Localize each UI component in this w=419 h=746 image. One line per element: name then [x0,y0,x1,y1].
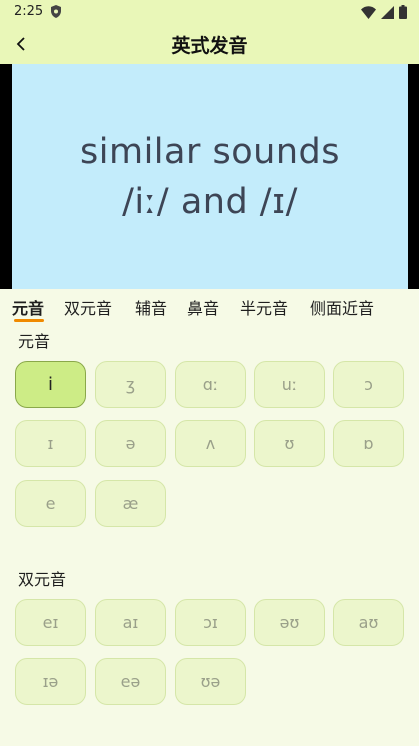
phoneme-key[interactable]: i [15,361,86,408]
tab-nasals[interactable]: 鼻音 [187,295,219,319]
status-bar: 2:25 [0,0,419,24]
phoneme-key[interactable]: ʒ [95,361,166,408]
phoneme-key[interactable]: ʊ [254,420,325,467]
phoneme-key[interactable]: ʌ [175,420,246,467]
phoneme-key[interactable]: ə [95,420,166,467]
shield-icon [51,5,61,18]
tab-consonants[interactable]: 辅音 [135,295,167,319]
phoneme-key[interactable]: ʊə [175,658,246,705]
battery-icon [399,5,407,19]
video-player[interactable]: similar sounds /iː/ and /ɪ/ [0,64,419,289]
video-caption-line2: /iː/ and /ɪ/ [122,181,298,222]
phoneme-key[interactable]: uː [254,361,325,408]
section-title-vowels: 元音 [18,332,51,351]
video-frame: similar sounds /iː/ and /ɪ/ [12,64,408,289]
phoneme-key[interactable]: æ [95,480,166,527]
phoneme-key[interactable]: ɪə [15,658,86,705]
phoneme-key[interactable]: aɪ [95,599,166,646]
tab-lateral-approximants[interactable]: 侧面近音 [310,295,374,319]
category-tabs: 元音 双元音 辅音 鼻音 半元音 侧面近音 [0,289,419,323]
tab-vowels[interactable]: 元音 [12,295,44,319]
tab-indicator [14,319,44,322]
status-icons [361,5,407,19]
tab-semivowels[interactable]: 半元音 [240,295,288,319]
phoneme-key[interactable]: əʊ [254,599,325,646]
page-title: 英式发音 [171,35,248,57]
section-title-diphthongs: 双元音 [18,570,67,589]
phoneme-key[interactable]: ɪ [15,420,86,467]
phoneme-key[interactable]: aʊ [333,599,404,646]
app-bar: 英式发音 [0,24,419,64]
status-time: 2:25 [14,4,44,19]
phoneme-key[interactable]: ɒ [333,420,404,467]
tab-diphthongs[interactable]: 双元音 [64,295,112,319]
wifi-icon [361,5,376,19]
phoneme-key[interactable]: ɑː [175,361,246,408]
video-caption-line1: similar sounds [80,131,340,172]
phoneme-key[interactable]: ɔ [333,361,404,408]
phoneme-key[interactable]: ɔɪ [175,599,246,646]
phoneme-key[interactable]: eə [95,658,166,705]
signal-icon [381,5,394,19]
phoneme-key[interactable]: e [15,480,86,527]
phoneme-key[interactable]: eɪ [15,599,86,646]
